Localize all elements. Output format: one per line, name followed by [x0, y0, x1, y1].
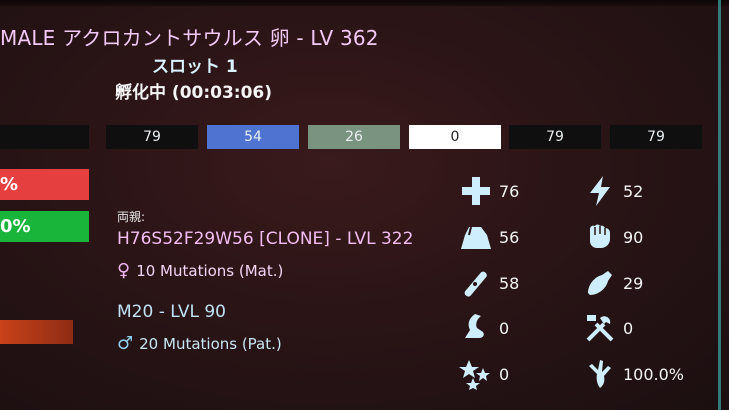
health-icon: [459, 174, 493, 208]
orange-progress-bar: [0, 320, 73, 344]
male-icon: ♂: [117, 333, 134, 354]
father-name: M20 - LVL 90: [117, 302, 226, 322]
color-region-4[interactable]: 0: [409, 125, 501, 149]
stat-weight: 56: [459, 220, 519, 254]
parents-label: 両親:: [117, 210, 146, 224]
stat-value: 0: [499, 364, 510, 384]
hatching-timer: 孵化中 (00:03:06): [115, 83, 273, 103]
stat-torpor: 0: [459, 357, 509, 391]
food-icon: [583, 266, 617, 300]
stat-stamina: 52: [583, 174, 643, 208]
father-mutations-text: 20 Mutations (Pat.): [139, 335, 282, 353]
weight-icon: [459, 220, 493, 254]
right-frame-edge: [718, 0, 721, 410]
oxygen-icon: [459, 266, 493, 300]
color-region-6[interactable]: 79: [610, 125, 702, 149]
father-mutations: ♂ 20 Mutations (Pat.): [117, 333, 282, 354]
melee-icon: [583, 220, 617, 254]
stat-value: 29: [623, 273, 644, 293]
female-icon: ♀: [117, 260, 131, 281]
stat-value: 56: [499, 227, 520, 247]
color-region-2[interactable]: 54: [207, 125, 299, 149]
stat-crafting: 0: [583, 311, 633, 345]
stat-value: 76: [499, 181, 520, 201]
crafting-icon: [583, 311, 617, 345]
stat-speed: 0: [459, 311, 509, 345]
stat-food: 29: [583, 266, 643, 300]
stat-melee: 90: [583, 220, 643, 254]
speed-icon: [459, 311, 493, 345]
red-progress-bar: %: [0, 169, 89, 200]
slot-label: スロット 1: [152, 57, 238, 77]
color-region-0: [0, 125, 89, 149]
mother-name: H76S52F29W56 [CLONE] - LVL 322: [117, 229, 414, 249]
creature-title: MALE アクロカントサウルス 卵 - LV 362: [0, 26, 379, 50]
color-region-1[interactable]: 79: [106, 125, 198, 149]
color-region-3[interactable]: 26: [308, 125, 400, 149]
mother-mutations: ♀ 10 Mutations (Mat.): [117, 260, 283, 281]
color-region-5[interactable]: 79: [509, 125, 601, 149]
movement-icon: [583, 357, 617, 391]
mother-mutations-text: 10 Mutations (Mat.): [136, 262, 284, 280]
stat-value: 0: [623, 318, 634, 338]
stat-value: 90: [623, 227, 644, 247]
stat-value: 100.0%: [623, 364, 685, 384]
stat-movement: 100.0%: [583, 357, 684, 391]
stat-oxygen: 58: [459, 266, 519, 300]
stat-value: 58: [499, 273, 520, 293]
torpor-icon: [459, 357, 493, 391]
stamina-icon: [583, 174, 617, 208]
stat-value: 0: [499, 318, 510, 338]
stat-value: 52: [623, 181, 644, 201]
green-progress-bar: 0%: [0, 211, 89, 242]
top-frame: [0, 0, 729, 6]
stat-health: 76: [459, 174, 519, 208]
